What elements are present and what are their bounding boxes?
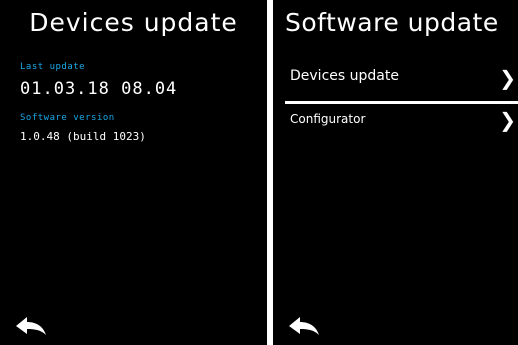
software-version-value: 1.0.48 (build 1023)	[20, 130, 146, 143]
software-version-label: Software version	[20, 113, 115, 123]
menu-item-label: Configurator	[290, 112, 366, 126]
chevron-right-icon: ❯	[499, 108, 516, 132]
last-update-value: 01.03.18 08.04	[20, 79, 178, 99]
page-title: Software update	[285, 8, 499, 37]
menu-item-devices-update[interactable]: Devices update ❯	[285, 66, 518, 90]
back-arrow-icon	[289, 317, 319, 335]
software-update-screen: Software update Devices update ❯ Configu…	[273, 0, 518, 345]
back-arrow-icon	[16, 317, 46, 335]
page-title: Devices update	[29, 8, 238, 37]
menu-item-label: Devices update	[290, 68, 399, 84]
menu-item-configurator[interactable]: Configurator ❯	[285, 108, 518, 132]
back-button[interactable]	[287, 314, 321, 338]
selection-divider	[285, 101, 518, 104]
last-update-label: Last update	[20, 62, 86, 72]
chevron-right-icon: ❯	[499, 66, 516, 90]
devices-update-screen: Devices update Last update 01.03.18 08.0…	[0, 0, 267, 345]
back-button[interactable]	[14, 314, 48, 338]
